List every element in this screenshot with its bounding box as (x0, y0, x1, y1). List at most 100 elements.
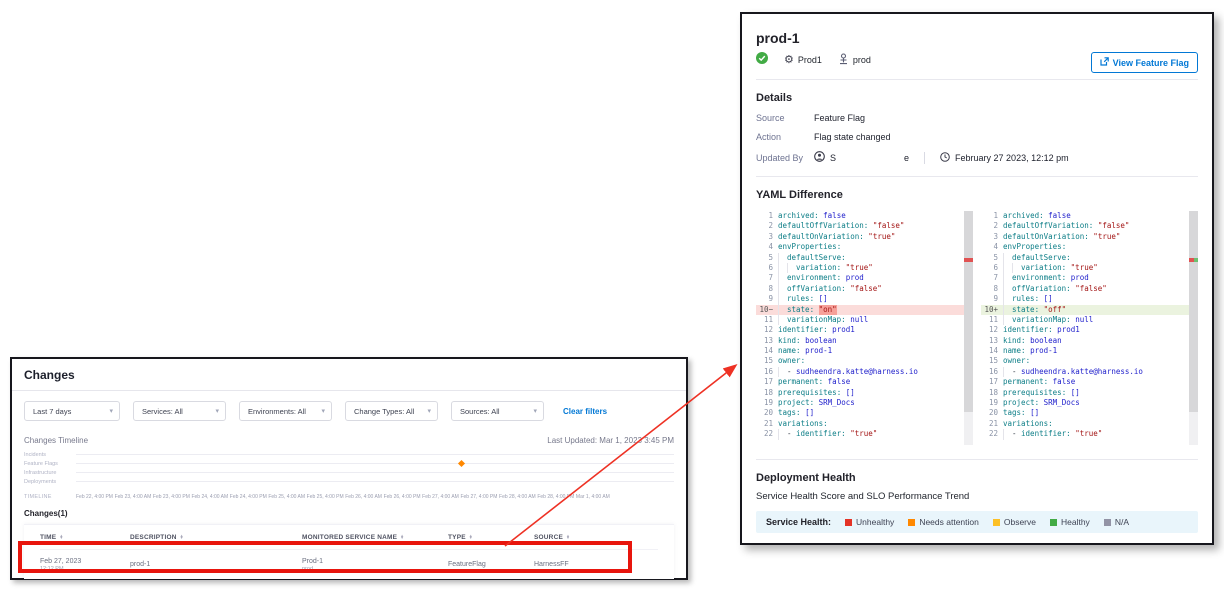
filter-dropdown[interactable]: Services: All▾ (133, 401, 226, 421)
column-header[interactable]: TIME▲▼ (40, 534, 130, 541)
indent-guide (1003, 367, 1012, 377)
timeline-tick: Feb 28, 4:00 PM (537, 494, 574, 500)
yaml-token: null (846, 315, 869, 325)
external-link-icon (1100, 57, 1109, 68)
indent-guide (1003, 284, 1012, 294)
updated-by-name-end: e (904, 153, 909, 163)
yaml-token: identifier: (778, 325, 828, 335)
updated-by-label: Updated By (756, 153, 814, 163)
column-header[interactable]: DESCRIPTION▲▼ (130, 534, 302, 541)
yaml-line: 20tags: [] (981, 408, 1189, 418)
indent-guide (778, 273, 787, 283)
sort-icon[interactable]: ▲▼ (180, 535, 184, 539)
yaml-token: project: (1003, 398, 1039, 408)
filter-dropdown-label: Change Types: All (354, 407, 414, 416)
indent-guide (1003, 263, 1012, 273)
environment-chip: prod (838, 53, 871, 67)
timeline-row: Infrastructure (24, 468, 674, 477)
yaml-line-number: 13 (981, 336, 998, 346)
column-header[interactable]: TYPE▲▼ (448, 534, 534, 541)
yaml-line: 1archived: false (756, 211, 964, 221)
yaml-line: 16- sudheendra.katte@harness.io (981, 367, 1189, 377)
column-header-label: MONITORED SERVICE NAME (302, 534, 397, 541)
yaml-line-number: 7 (981, 273, 998, 283)
yaml-line: 8offVariation: "false" (756, 284, 964, 294)
diff-right-scrollbar[interactable] (1189, 211, 1198, 445)
yaml-line: 14name: prod-1 (981, 346, 1189, 356)
legend-color-square (993, 519, 1000, 526)
legend-label: Unhealthy (856, 517, 894, 527)
yaml-line-number: 22 (756, 429, 773, 439)
yaml-line-number: 8 (756, 284, 773, 294)
yaml-line-number: 14 (981, 346, 998, 356)
chevron-down-icon: ▾ (109, 408, 113, 415)
column-header[interactable]: MONITORED SERVICE NAME▲▼ (302, 534, 448, 541)
yaml-line: 15owner: (756, 356, 964, 366)
yaml-line: 14name: prod-1 (756, 346, 964, 356)
yaml-line-number: 21 (756, 419, 773, 429)
legend-item: Unhealthy (845, 517, 894, 527)
feature-flag-event-marker[interactable] (458, 459, 465, 466)
sort-icon[interactable]: ▲▼ (469, 535, 473, 539)
chevron-down-icon: ▾ (321, 408, 325, 415)
yaml-line: 13kind: boolean (756, 336, 964, 346)
diff-removed-mark (964, 258, 973, 262)
action-label: Action (756, 132, 814, 142)
column-header[interactable]: SOURCE▲▼ (534, 534, 658, 541)
yaml-token: state: (1012, 305, 1039, 315)
timeline-tick: Feb 25, 4:00 AM (268, 494, 305, 500)
yaml-token: name: (778, 346, 801, 356)
yaml-token: project: (778, 398, 814, 408)
yaml-line: 16- sudheendra.katte@harness.io (756, 367, 964, 377)
yaml-line-number: 12 (981, 325, 998, 335)
service-health-legend: Service Health: UnhealthyNeeds attention… (756, 511, 1198, 533)
yaml-token: "false" (1071, 284, 1107, 294)
service-chip-label: Prod1 (798, 55, 822, 65)
view-feature-flag-button[interactable]: View Feature Flag (1091, 52, 1198, 73)
filter-dropdown[interactable]: Change Types: All▾ (345, 401, 438, 421)
legend-label: Needs attention (919, 517, 979, 527)
filter-dropdown[interactable]: Environments: All▾ (239, 401, 332, 421)
yaml-line-number: 1 (756, 211, 773, 221)
yaml-line: 11variationMap: null (756, 315, 964, 325)
yaml-line: 4envProperties: (756, 242, 964, 252)
yaml-token: "true" (1066, 263, 1098, 273)
yaml-line-number: 11 (981, 315, 998, 325)
sort-icon[interactable]: ▲▼ (400, 535, 404, 539)
yaml-token: defaultServe: (1012, 253, 1071, 263)
indent-guide (1003, 294, 1012, 304)
yaml-line-number: 7 (756, 273, 773, 283)
timeline-tick: Feb 23, 4:00 PM (153, 494, 190, 500)
yaml-line-number: 6 (756, 263, 773, 273)
yaml-line: 10−state: "on" (756, 305, 964, 315)
yaml-token: kind: (778, 336, 801, 346)
yaml-token: false (1044, 211, 1071, 221)
indent-guide (787, 263, 796, 273)
sort-icon[interactable]: ▲▼ (59, 535, 63, 539)
action-value: Flag state changed (814, 132, 891, 142)
yaml-token: owner: (1003, 356, 1030, 366)
yaml-token: state: (787, 305, 814, 315)
yaml-token: "off" (1039, 305, 1066, 315)
yaml-line-number: 1 (981, 211, 998, 221)
yaml-token: rules: (787, 294, 814, 304)
yaml-line: 18prerequisites: [] (756, 388, 964, 398)
yaml-line: 9rules: [] (756, 294, 964, 304)
yaml-token: - (787, 367, 796, 377)
timeline-row-label: Feature Flags (24, 461, 76, 467)
yaml-token: variations: (1003, 419, 1053, 429)
yaml-line: 3defaultOnVariation: "true" (756, 232, 964, 242)
yaml-line-number: 3 (981, 232, 998, 242)
user-icon (814, 151, 825, 164)
timeline-row-line (76, 454, 674, 455)
legend-color-square (1050, 519, 1057, 526)
legend-item: Healthy (1050, 517, 1090, 527)
sort-icon[interactable]: ▲▼ (566, 535, 570, 539)
yaml-token: variationMap: (787, 315, 846, 325)
filter-dropdown[interactable]: Sources: All▾ (451, 401, 544, 421)
diff-left-scrollbar[interactable] (964, 211, 973, 445)
filter-dropdown[interactable]: Last 7 days▾ (24, 401, 120, 421)
timeline-tick: Feb 26, 4:00 PM (384, 494, 421, 500)
indent-guide (778, 284, 787, 294)
clear-filters-link[interactable]: Clear filters (563, 407, 607, 416)
